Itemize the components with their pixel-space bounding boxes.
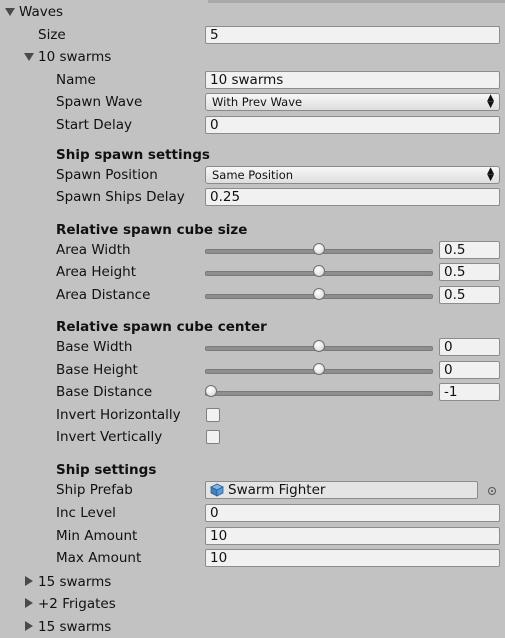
waves-foldout[interactable]: Waves	[0, 1, 505, 23]
element-label: +2 Frigates	[38, 596, 116, 612]
spawn-wave-dropdown[interactable]: With Prev Wave ▲ ▼	[205, 93, 500, 111]
start-delay-label: Start Delay	[56, 117, 132, 133]
area-distance-label: Area Distance	[56, 287, 151, 303]
base-height-field[interactable]: 0	[439, 361, 500, 379]
max-amount-label: Max Amount	[56, 550, 142, 566]
base-distance-slider-track[interactable]	[205, 391, 433, 396]
spawn-ships-delay-field[interactable]: 0.25	[205, 188, 500, 206]
base-height-slider-thumb[interactable]	[313, 363, 325, 375]
area-width-label: Area Width	[56, 242, 131, 258]
area-height-row: Area Height 0.5	[0, 261, 505, 283]
cube-size-header-row: Relative spawn cube size	[0, 219, 505, 241]
invert-vertically-row: Invert Vertically	[0, 426, 505, 448]
area-width-field[interactable]: 0.5	[439, 241, 500, 259]
foldout-collapsed-icon[interactable]	[25, 576, 33, 586]
ship-settings-header-row: Ship settings	[0, 459, 505, 481]
object-picker-icon[interactable]	[488, 487, 496, 495]
base-distance-row: Base Distance -1	[0, 381, 505, 403]
element-foldout[interactable]: 10 swarms	[0, 46, 505, 68]
name-row: Name 10 swarms	[0, 69, 505, 91]
min-amount-row: Min Amount 10	[0, 525, 505, 547]
area-distance-field[interactable]: 0.5	[439, 286, 500, 304]
min-amount-field[interactable]: 10	[205, 527, 500, 545]
foldout-expanded-icon[interactable]	[24, 53, 34, 61]
base-distance-label: Base Distance	[56, 384, 153, 400]
spawn-ships-delay-row: Spawn Ships Delay 0.25	[0, 186, 505, 208]
spawn-ships-delay-label: Spawn Ships Delay	[56, 189, 185, 205]
section-header: Relative spawn cube center	[56, 319, 267, 335]
invert-horizontally-label: Invert Horizontally	[56, 407, 181, 423]
cube-center-header-row: Relative spawn cube center	[0, 316, 505, 338]
element-foldout-collapsed[interactable]: +2 Frigates	[0, 593, 505, 615]
element-label: 10 swarms	[38, 49, 112, 65]
area-width-slider-thumb[interactable]	[313, 243, 325, 255]
invert-horizontally-checkbox[interactable]	[206, 408, 220, 422]
max-amount-row: Max Amount 10	[0, 547, 505, 569]
base-width-field[interactable]: 0	[439, 338, 500, 356]
size-field[interactable]: 5	[205, 26, 500, 44]
inc-level-field[interactable]: 0	[205, 504, 500, 522]
invert-vertically-label: Invert Vertically	[56, 429, 163, 445]
dropdown-arrows-icon: ▲ ▼	[487, 93, 494, 110]
area-distance-slider-thumb[interactable]	[313, 288, 325, 300]
base-distance-field[interactable]: -1	[439, 383, 500, 401]
base-height-row: Base Height 0	[0, 359, 505, 381]
area-width-row: Area Width 0.5	[0, 239, 505, 261]
element-foldout-collapsed[interactable]: 15 swarms	[0, 571, 505, 593]
invert-horizontally-row: Invert Horizontally	[0, 404, 505, 426]
section-header: Relative spawn cube size	[56, 222, 248, 238]
section-header: Ship spawn settings	[56, 147, 210, 163]
base-width-label: Base Width	[56, 339, 133, 355]
name-field[interactable]: 10 swarms	[205, 71, 500, 89]
ship-prefab-field[interactable]: Swarm Fighter	[205, 481, 478, 499]
element-label: 15 swarms	[38, 619, 112, 635]
area-height-slider-thumb[interactable]	[313, 265, 325, 277]
spawn-position-row: Spawn Position Same Position ▲ ▼	[0, 164, 505, 186]
spawn-wave-value: With Prev Wave	[212, 95, 303, 109]
ship-spawn-settings-header-row: Ship spawn settings	[0, 144, 505, 166]
dropdown-arrows-icon: ▲ ▼	[487, 166, 494, 183]
size-label: Size	[38, 27, 66, 43]
size-row: Size 5	[0, 24, 505, 46]
base-distance-slider-thumb[interactable]	[205, 385, 217, 397]
inc-level-row: Inc Level 0	[0, 502, 505, 524]
foldout-collapsed-icon[interactable]	[25, 598, 33, 608]
ship-prefab-label: Ship Prefab	[56, 482, 133, 498]
spawn-wave-row: Spawn Wave With Prev Wave ▲ ▼	[0, 91, 505, 113]
spawn-wave-label: Spawn Wave	[56, 94, 143, 110]
start-delay-row: Start Delay 0	[0, 114, 505, 136]
foldout-expanded-icon[interactable]	[5, 8, 15, 16]
start-delay-field[interactable]: 0	[205, 116, 500, 134]
cube-icon	[210, 483, 224, 497]
invert-vertically-checkbox[interactable]	[206, 430, 220, 444]
spawn-position-value: Same Position	[212, 168, 294, 182]
element-foldout-collapsed[interactable]: 15 swarms	[0, 616, 505, 638]
base-height-label: Base Height	[56, 362, 138, 378]
spawn-position-label: Spawn Position	[56, 167, 158, 183]
base-width-slider-thumb[interactable]	[313, 340, 325, 352]
waves-label: Waves	[19, 4, 64, 20]
area-distance-row: Area Distance 0.5	[0, 284, 505, 306]
name-label: Name	[56, 72, 96, 88]
ship-prefab-row: Ship Prefab Swarm Fighter	[0, 479, 505, 501]
section-header: Ship settings	[56, 462, 157, 478]
element-label: 15 swarms	[38, 574, 112, 590]
ship-prefab-value: Swarm Fighter	[228, 482, 326, 498]
max-amount-field[interactable]: 10	[205, 549, 500, 567]
base-width-row: Base Width 0	[0, 336, 505, 358]
area-height-field[interactable]: 0.5	[439, 263, 500, 281]
min-amount-label: Min Amount	[56, 528, 138, 544]
foldout-collapsed-icon[interactable]	[25, 621, 33, 631]
area-height-label: Area Height	[56, 264, 136, 280]
inc-level-label: Inc Level	[56, 505, 116, 521]
spawn-position-dropdown[interactable]: Same Position ▲ ▼	[205, 166, 500, 184]
